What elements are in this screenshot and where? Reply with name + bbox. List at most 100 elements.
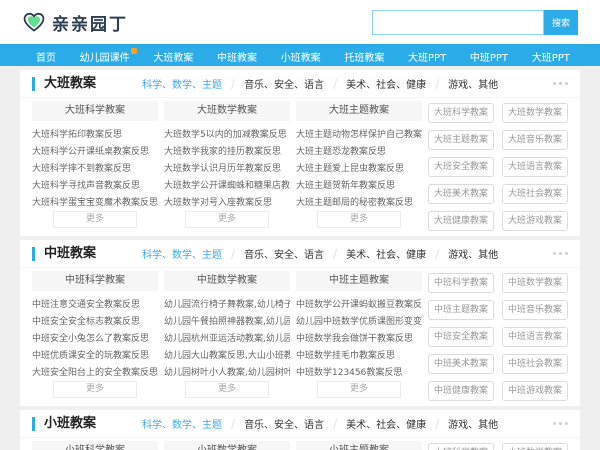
lesson-link[interactable]: 幼儿园流行椅子舞教案,幼儿椅子舞教学视 (164, 300, 290, 310)
nav-item-zhongban-lesson[interactable]: 中班教案 (217, 53, 257, 64)
ellipsis-icon (553, 422, 568, 425)
lesson-link[interactable]: 大班主题爱上昆虫教案反思 (296, 164, 404, 174)
category-button[interactable]: 中班主题教案 (428, 300, 494, 320)
category-button[interactable]: 小班数学教案 (502, 443, 568, 450)
nav-item-daban-ppt-2[interactable]: 大班PPT (532, 53, 570, 64)
lesson-link[interactable]: 大班主题邮局的秘密教案反思 (296, 198, 413, 208)
list-item: 大班数学认识月历年教案反思 (164, 157, 290, 174)
lesson-link[interactable]: 幼儿园大山教案反思,大山小班教案 (164, 351, 290, 361)
list-item: 大班安全阳台上的安全教案反思 (32, 361, 158, 378)
more-button[interactable]: 更多 (317, 211, 401, 228)
more-button[interactable]: 更多 (53, 381, 137, 398)
section-body: 小班科学教案小班数学教案小班主题教案小班科学教案小班数学教案 (20, 438, 580, 450)
category-button[interactable]: 大班安全教案 (428, 157, 494, 177)
category-button[interactable]: 中班健康教案 (428, 381, 494, 401)
category-button[interactable]: 大班数学教案 (502, 103, 568, 123)
tab-xiaoban-3[interactable]: 游戏、其他 (448, 416, 498, 431)
lesson-link[interactable]: 中班注意交通安全教案反思 (32, 300, 140, 310)
category-button[interactable]: 大班健康教案 (428, 211, 494, 231)
more-button[interactable]: 更多 (185, 211, 269, 228)
lesson-link[interactable]: 大班科学摔不到教案反思 (32, 164, 131, 174)
list-item: 幼儿园树叶小人教案,幼儿园树叶小人教案 (164, 361, 290, 378)
tab-zhongban-2[interactable]: 美术、社会、健康 (346, 246, 426, 261)
category-button[interactable]: 大班语言教案 (502, 157, 568, 177)
category-button[interactable]: 小班科学教案 (428, 443, 494, 450)
category-button[interactable]: 中班数学教案 (502, 273, 568, 293)
category-button[interactable]: 中班音乐教案 (502, 300, 568, 320)
category-button[interactable]: 大班游戏教案 (502, 211, 568, 231)
lesson-link[interactable]: 大班安全阳台上的安全教案反思 (32, 368, 158, 378)
category-button[interactable]: 大班主题教案 (428, 130, 494, 150)
more-button[interactable]: 更多 (317, 381, 401, 398)
more-button[interactable]: 更多 (185, 381, 269, 398)
lesson-link[interactable]: 大班数学对号入座教案反思 (164, 198, 272, 208)
search-input[interactable] (372, 10, 544, 35)
category-button[interactable]: 大班科学教案 (428, 103, 494, 123)
tab-daban-2[interactable]: 美术、社会、健康 (346, 76, 426, 91)
lesson-link[interactable]: 幼儿园中班数学优质课图形变变变教案反 (296, 317, 422, 327)
category-button[interactable]: 中班语言教案 (502, 327, 568, 347)
lesson-link[interactable]: 大班数学5以内的加减教案反思 (164, 130, 287, 140)
lesson-column: 大班数学教案大班数学5以内的加减教案反思大班数学我家的挂历教案反思大班数学认识月… (164, 101, 290, 231)
tab-separator: / (231, 77, 235, 91)
list-item: 大班主题爱上昆虫教案反思 (296, 157, 422, 174)
tab-daban-0[interactable]: 科学、数学、主题 (142, 76, 222, 91)
lesson-link[interactable]: 大班数学我家的挂历教案反思 (164, 147, 281, 157)
category-button[interactable]: 中班游戏教案 (502, 381, 568, 401)
lesson-link[interactable]: 大班科学蛋宝宝变魔术教案反思 (32, 198, 158, 208)
lesson-link[interactable]: 中班安全小兔怎么了教案反思 (32, 334, 149, 344)
more-button[interactable]: 更多 (53, 211, 137, 228)
lesson-link[interactable]: 中班数学我会做饼干教案反思 (296, 334, 413, 344)
category-button[interactable]: 中班科学教案 (428, 273, 494, 293)
tab-daban-3[interactable]: 游戏、其他 (448, 76, 498, 91)
nav-item-daban-ppt[interactable]: 大班PPT (408, 53, 446, 64)
nav-item-zhongban-ppt[interactable]: 中班PPT (470, 53, 508, 64)
nav-item-kindergarten-courseware[interactable]: 幼儿园课件 (80, 53, 130, 64)
category-button[interactable]: 中班社会教案 (502, 354, 568, 374)
list-item: 大班科学蛋宝宝变魔术教案反思 (32, 191, 158, 208)
lesson-link[interactable]: 大班主题动物怎样保护自己教案反思 (296, 130, 422, 140)
lesson-link[interactable]: 大班主题贺新年教案反思 (296, 181, 395, 191)
nav-item-xiaoban-lesson[interactable]: 小班教案 (281, 53, 321, 64)
lesson-link[interactable]: 大班科学拓印教案反思 (32, 130, 122, 140)
lesson-link[interactable]: 中班优质课安全的玩教案反思 (32, 351, 149, 361)
category-button[interactable]: 大班社会教案 (502, 184, 568, 204)
lesson-link[interactable]: 中班数学123456教案反思 (296, 368, 402, 378)
tab-zhongban-0[interactable]: 科学、数学、主题 (142, 246, 222, 261)
list-item: 中班安全安全标志教案反思 (32, 310, 158, 327)
lesson-link[interactable]: 大班数学公开课蜘蛛和糖果店教案反思 (164, 181, 290, 191)
column-header: 中班数学教案 (164, 271, 290, 291)
category-button[interactable]: 中班安全教案 (428, 327, 494, 347)
lesson-link[interactable]: 中班数学公开课蚂蚁搬豆教案反思 (296, 300, 422, 310)
nav-item-home[interactable]: 首页 (36, 53, 56, 64)
tab-zhongban-3[interactable]: 游戏、其他 (448, 246, 498, 261)
search-button[interactable]: 搜索 (544, 10, 578, 35)
tab-daban-1[interactable]: 音乐、安全、语言 (244, 76, 324, 91)
lesson-link[interactable]: 大班数学认识月历年教案反思 (164, 164, 281, 174)
ellipsis-icon (553, 252, 568, 255)
lesson-link[interactable]: 大班科学公开课纸桌教案反思 (32, 147, 149, 157)
nav-item-tuoban-lesson[interactable]: 托班教案 (344, 53, 384, 64)
lesson-link[interactable]: 中班安全安全标志教案反思 (32, 317, 140, 327)
lesson-column: 中班科学教案中班注意交通安全教案反思中班安全安全标志教案反思中班安全小兔怎么了教… (32, 271, 158, 401)
tab-xiaoban-0[interactable]: 科学、数学、主题 (142, 416, 222, 431)
tab-xiaoban-2[interactable]: 美术、社会、健康 (346, 416, 426, 431)
category-button[interactable]: 中班美术教案 (428, 354, 494, 374)
tab-zhongban-1[interactable]: 音乐、安全、语言 (244, 246, 324, 261)
lesson-link[interactable]: 幼儿园午餐拍照神器教案,幼儿园餐食拍照 (164, 317, 290, 327)
column-header: 中班科学教案 (32, 271, 158, 291)
lesson-link[interactable]: 幼儿园杭州亚运活动教案,幼儿园杭州亚运 (164, 334, 290, 344)
lesson-link[interactable]: 大班科学寻找声音教案反思 (32, 181, 140, 191)
lesson-link[interactable]: 中班数学挂毛巾教案反思 (296, 351, 395, 361)
lesson-link[interactable]: 大班主题恐龙教案反思 (296, 147, 386, 157)
category-button[interactable]: 大班音乐教案 (502, 130, 568, 150)
list-item: 幼儿园杭州亚运活动教案,幼儿园杭州亚运 (164, 327, 290, 344)
list-item: 大班科学寻找声音教案反思 (32, 174, 158, 191)
nav-item-daban-lesson[interactable]: 大班教案 (153, 53, 193, 64)
list-item: 大班数学我家的挂历教案反思 (164, 140, 290, 157)
tab-xiaoban-1[interactable]: 音乐、安全、语言 (244, 416, 324, 431)
lesson-link[interactable]: 幼儿园树叶小人教案,幼儿园树叶小人教案 (164, 368, 290, 378)
section-title: 大班教案 (32, 77, 96, 91)
site-logo[interactable]: 亲亲园丁 (22, 10, 128, 35)
category-button[interactable]: 大班美术教案 (428, 184, 494, 204)
